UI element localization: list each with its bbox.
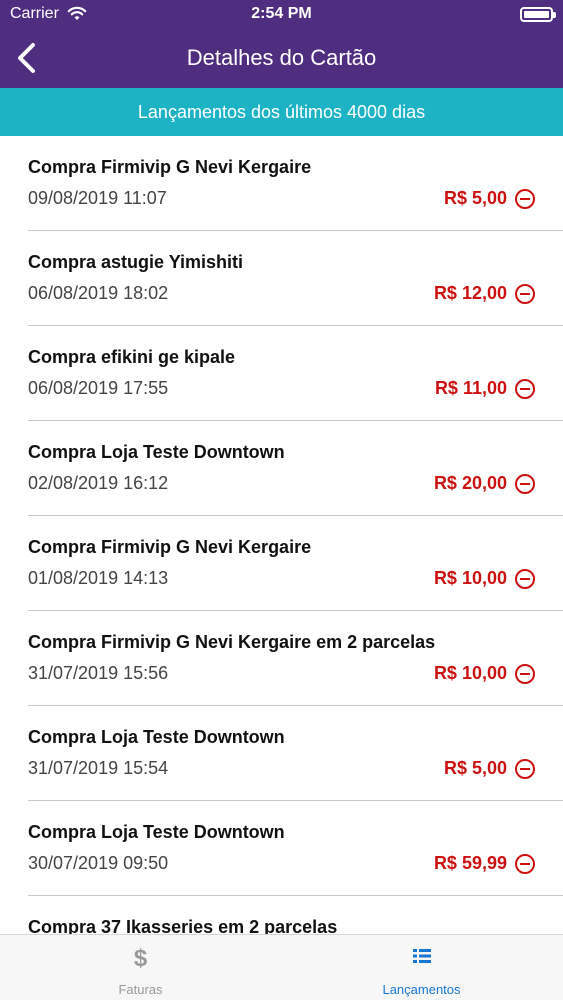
tab-label: Faturas xyxy=(118,982,163,997)
minus-circle-icon xyxy=(515,854,535,874)
transaction-date: 31/07/2019 15:56 xyxy=(28,663,169,683)
tab-bar: $ Faturas Lançamentos xyxy=(0,934,563,1000)
transaction-row[interactable]: Compra efikini ge kipale 06/08/2019 17:5… xyxy=(28,326,563,421)
transaction-title: Compra Loja Teste Downtown xyxy=(28,727,285,747)
minus-circle-icon xyxy=(515,189,535,209)
tab-label: Lançamentos xyxy=(382,982,461,997)
dollar-icon: $ xyxy=(133,945,148,972)
transaction-amount: R$ 59,99 xyxy=(433,853,507,873)
nav-bar: Detalhes do Cartão xyxy=(0,30,563,88)
transaction-title: Compra efikini ge kipale xyxy=(28,347,236,367)
transaction-row[interactable]: Compra astugie Yimishiti 06/08/2019 18:0… xyxy=(28,231,563,326)
status-time: 2:54 PM xyxy=(251,5,312,22)
transaction-row[interactable]: Compra Firmivip G Nevi Kergaire em 2 par… xyxy=(28,611,563,706)
transaction-amount: R$ 20,00 xyxy=(433,473,507,493)
transaction-amount: R$ 5,00 xyxy=(443,758,507,778)
transaction-amount: R$ 5,00 xyxy=(443,188,507,208)
transaction-title: Compra Firmivip G Nevi Kergaire xyxy=(28,157,312,177)
transaction-amount: R$ 12,00 xyxy=(433,283,507,303)
transaction-amount: R$ 10,00 xyxy=(433,568,507,588)
tab-lancamentos[interactable]: Lançamentos xyxy=(281,935,562,1000)
minus-circle-icon xyxy=(515,284,535,304)
transaction-date: 09/08/2019 11:07 xyxy=(28,188,167,208)
transaction-title: Compra 37 Ikasseries em 2 parcelas xyxy=(28,917,338,934)
minus-circle-icon xyxy=(515,474,535,494)
transaction-row[interactable]: Compra 37 Ikasseries em 2 parcelas xyxy=(28,896,563,934)
screen: Carrier 2:54 PM Detalhes do Cartão Lança… xyxy=(0,0,563,1000)
minus-circle-icon xyxy=(515,664,535,684)
transaction-row[interactable]: Compra Loja Teste Downtown 31/07/2019 15… xyxy=(28,706,563,801)
transaction-date: 30/07/2019 09:50 xyxy=(28,853,169,873)
minus-circle-icon xyxy=(515,759,535,779)
transaction-date: 01/08/2019 14:13 xyxy=(28,568,169,588)
transaction-date: 06/08/2019 18:02 xyxy=(28,283,169,303)
transaction-title: Compra astugie Yimishiti xyxy=(28,252,244,272)
transaction-amount: R$ 10,00 xyxy=(433,663,507,683)
transaction-title: Compra Loja Teste Downtown xyxy=(28,822,285,842)
transaction-row[interactable]: Compra Firmivip G Nevi Kergaire 01/08/20… xyxy=(28,516,563,611)
battery-icon xyxy=(520,7,556,22)
transaction-date: 02/08/2019 16:12 xyxy=(28,473,169,493)
transaction-row[interactable]: Compra Loja Teste Downtown 02/08/2019 16… xyxy=(28,421,563,516)
period-banner: Lançamentos dos últimos 4000 dias xyxy=(0,88,563,136)
transaction-title: Compra Firmivip G Nevi Kergaire xyxy=(28,537,312,557)
transaction-date: 31/07/2019 15:54 xyxy=(28,758,169,778)
transaction-row[interactable]: Compra Firmivip G Nevi Kergaire 09/08/20… xyxy=(28,136,563,231)
transaction-row[interactable]: Compra Loja Teste Downtown 30/07/2019 09… xyxy=(28,801,563,896)
list-icon xyxy=(281,945,562,973)
minus-circle-icon xyxy=(515,379,535,399)
tab-faturas[interactable]: $ Faturas xyxy=(0,935,281,1000)
transaction-date: 06/08/2019 17:55 xyxy=(28,378,169,398)
minus-circle-icon xyxy=(515,569,535,589)
transaction-title: Compra Loja Teste Downtown xyxy=(28,442,285,462)
status-bar: Carrier 2:54 PM xyxy=(0,0,563,30)
page-title: Detalhes do Cartão xyxy=(186,45,377,70)
header: Carrier 2:54 PM Detalhes do Cartão xyxy=(0,0,563,88)
transaction-amount: R$ 11,00 xyxy=(434,378,507,398)
transaction-list[interactable]: Compra Firmivip G Nevi Kergaire 09/08/20… xyxy=(0,136,563,934)
transaction-title: Compra Firmivip G Nevi Kergaire em 2 par… xyxy=(28,632,436,652)
